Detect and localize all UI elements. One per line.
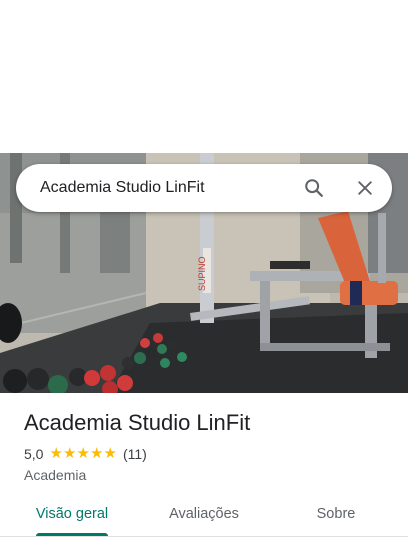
tab-bar: Visão geral Avaliações Sobre bbox=[0, 496, 408, 536]
search-icon bbox=[305, 179, 323, 197]
search-button[interactable] bbox=[298, 172, 330, 204]
star-icon: ★ bbox=[49, 445, 63, 462]
star-icon: ★ bbox=[89, 445, 104, 462]
search-input[interactable]: Academia Studio LinFit bbox=[40, 164, 205, 212]
tab-about[interactable]: Sobre bbox=[288, 496, 384, 532]
star-icon: ★ bbox=[62, 445, 77, 462]
supino-label: SUPINO bbox=[197, 256, 207, 291]
star-icon: ★ bbox=[76, 445, 90, 462]
tab-divider bbox=[0, 536, 408, 537]
rating-stars: ★ ★ ★ ★ ★ bbox=[49, 444, 117, 464]
rating-value: 5,0 bbox=[24, 446, 44, 462]
star-icon: ★ bbox=[103, 445, 117, 462]
top-blank-area bbox=[0, 0, 408, 153]
tab-overview[interactable]: Visão geral bbox=[24, 496, 120, 532]
tab-reviews[interactable]: Avaliações bbox=[156, 496, 252, 532]
review-count[interactable]: (11) bbox=[123, 446, 147, 462]
search-bar[interactable]: Academia Studio LinFit bbox=[16, 164, 392, 212]
place-category: Academia bbox=[24, 467, 87, 483]
place-title: Academia Studio LinFit bbox=[24, 410, 251, 435]
rating-row[interactable]: 5,0 ★ ★ ★ ★ ★ (11) bbox=[24, 444, 147, 464]
close-button[interactable] bbox=[349, 172, 381, 204]
close-icon bbox=[358, 181, 372, 195]
